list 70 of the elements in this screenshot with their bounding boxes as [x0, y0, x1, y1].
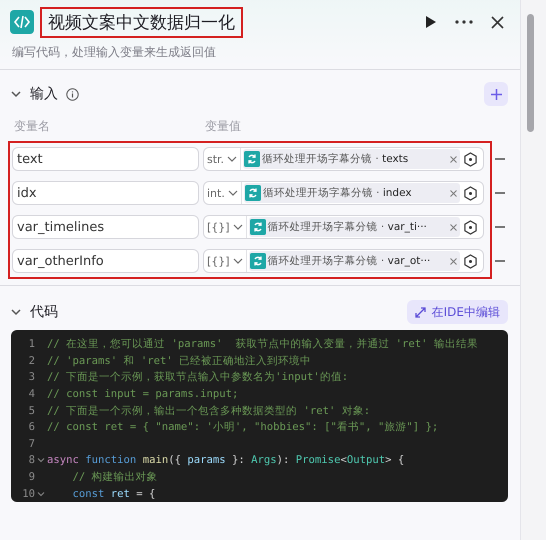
section-title: 输入 [30, 85, 58, 103]
loop-icon [244, 151, 260, 167]
clear-icon[interactable] [450, 258, 457, 264]
reference-text: 循环处理开场字幕分镜 · var_ot··· [268, 254, 430, 268]
type-dropdown[interactable]: str. [206, 148, 242, 170]
variable-name-field[interactable]: text [12, 147, 199, 171]
variable-picker-icon[interactable] [463, 220, 478, 234]
loop-icon [244, 185, 261, 201]
caret-icon [232, 222, 243, 232]
info-icon[interactable] [66, 88, 79, 100]
edit-in-ide-button[interactable]: 在IDE中编辑 [406, 300, 508, 324]
code-line: // const input = params.input; [47, 388, 238, 400]
code-line: // 下面是一个示例，输出一个包含多种数据类型的 'ret' 对象: [47, 404, 370, 418]
line-number: 8 [28, 454, 35, 466]
variable-name-field[interactable]: var_otherInfo [12, 249, 199, 273]
close-icon[interactable] [491, 16, 504, 28]
reference-tag[interactable]: 循环处理开场字幕分镜 · index [244, 183, 460, 203]
code-line: // 'params' 和 'ret' 已经被正确地注入到环境中 [47, 354, 312, 368]
reference-text: 循环处理开场字幕分镜 · var_ti··· [268, 220, 427, 234]
clear-icon[interactable] [450, 224, 457, 230]
code-icon [10, 10, 34, 34]
node-description: 编写代码，处理输入变量来生成返回值 [11, 44, 217, 61]
variable-name-field[interactable]: var_timelines [12, 215, 199, 239]
reference-tag[interactable]: 循环处理开场字幕分镜 · texts [243, 149, 460, 169]
node-title[interactable]: 视频文案中文数据归一化 [40, 6, 243, 38]
caret-icon [228, 188, 238, 198]
code-line: // 在这里，您可以通过 'params' 获取节点中的输入变量，并通过 'ret' 输出结果 [47, 337, 478, 352]
line-number: 3 [28, 371, 35, 384]
reference-text: 循环处理开场字幕分镜 · index [262, 186, 412, 200]
reference-tag[interactable]: 循环处理开场字幕分镜 · var_ot··· [248, 251, 460, 271]
variable-picker-icon[interactable] [463, 254, 478, 268]
loop-icon [250, 219, 266, 235]
clear-icon[interactable] [450, 190, 457, 196]
variable-picker-icon[interactable] [463, 152, 478, 166]
add-button[interactable] [484, 82, 508, 106]
variable-picker-icon[interactable] [463, 186, 478, 200]
column-header: 变量名 [14, 118, 51, 135]
code-line: // 下面是一个示例，获取节点输入中参数名为'input'的值: [47, 370, 348, 384]
fold-chevron-icon[interactable] [37, 456, 45, 464]
caret-icon [232, 256, 243, 266]
fold-chevron-icon[interactable] [37, 490, 45, 498]
loop-icon [250, 253, 266, 269]
reference-text: 循环处理开场字幕分镜 · texts [262, 152, 408, 166]
line-number: 1 [28, 338, 35, 350]
scrollbar-thumb[interactable] [527, 14, 534, 132]
line-number: 10 [21, 488, 35, 500]
clear-icon[interactable] [450, 156, 457, 162]
column-header: 变量值 [205, 118, 241, 135]
play-icon[interactable] [425, 15, 437, 29]
line-number: 9 [28, 471, 35, 484]
expand-icon [414, 306, 426, 318]
code-editor[interactable] [11, 330, 508, 502]
type-dropdown[interactable]: [{}] [206, 250, 247, 272]
code-line: async function main({ params }: Args): Promise<Output> { [47, 454, 404, 466]
reference-tag[interactable]: 循环处理开场字幕分镜 · var_ti··· [248, 217, 460, 237]
caret-icon [227, 154, 238, 164]
plus-icon [490, 88, 502, 100]
code-line: const ret = { [72, 488, 156, 500]
type-dropdown[interactable]: int. [206, 182, 242, 204]
type-dropdown[interactable]: [{}] [206, 216, 247, 238]
variable-name-field[interactable]: idx [12, 181, 199, 205]
line-number: 4 [28, 388, 35, 400]
line-number: 2 [28, 354, 35, 367]
section-title: 代码 [30, 303, 58, 321]
code-line: // const ret = { "name": '小明', "hobbies": ["看书", "旅游"] }; [47, 420, 438, 434]
line-number: 6 [28, 421, 35, 434]
line-number: 5 [28, 404, 35, 417]
code-line: // 构建输出对象 [72, 470, 158, 484]
line-number: 7 [28, 438, 35, 450]
more-icon[interactable] [455, 20, 473, 24]
